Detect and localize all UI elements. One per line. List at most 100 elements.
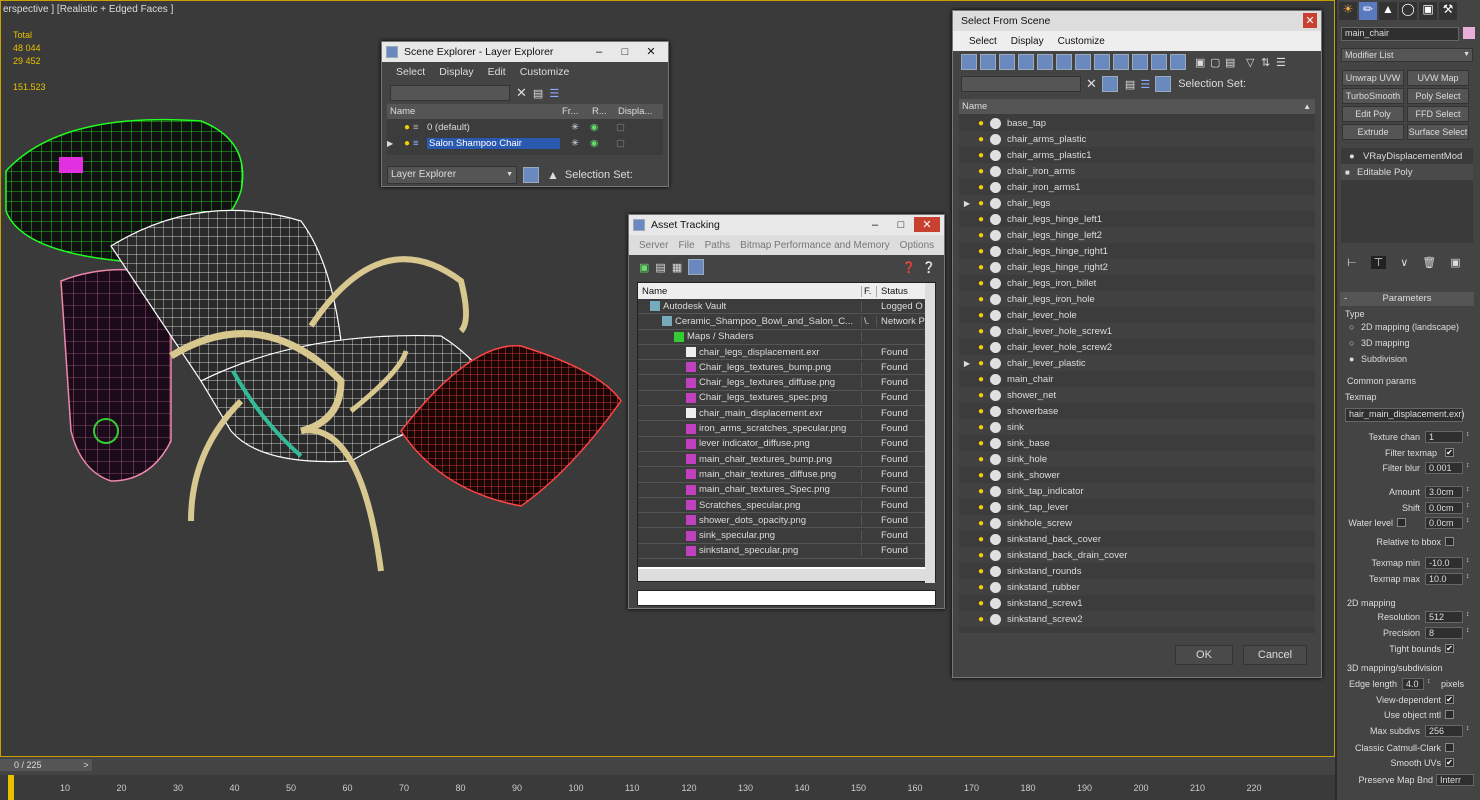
- checkbox[interactable]: [1445, 710, 1454, 719]
- asset-row[interactable]: Scratches_specular.png Found: [638, 498, 935, 514]
- display-geometry-icon[interactable]: [961, 54, 977, 70]
- freeze-icon[interactable]: ✳: [560, 122, 590, 133]
- light-bulb-icon[interactable]: ●: [401, 122, 413, 133]
- asset-row[interactable]: sink_specular.png Found: [638, 528, 935, 544]
- filter-icon[interactable]: ▽: [1246, 56, 1260, 69]
- modifier-button[interactable]: Extrude: [1342, 124, 1404, 140]
- param-field[interactable]: 1: [1425, 431, 1463, 443]
- asset-row[interactable]: Chair_legs_textures_bump.png Found: [638, 360, 935, 376]
- asset-row[interactable]: Maps / Shaders: [638, 330, 935, 345]
- scene-object-row[interactable]: ▶ ● chair_legs: [959, 195, 1315, 211]
- light-bulb-icon[interactable]: ●: [975, 502, 987, 513]
- light-bulb-icon[interactable]: ●: [975, 358, 987, 369]
- select-from-scene-titlebar[interactable]: Select From Scene ✕: [953, 11, 1321, 31]
- modifier-stack[interactable]: ● VRayDisplacementMod ■ Editable Poly: [1341, 148, 1473, 243]
- light-bulb-icon[interactable]: ●: [975, 534, 987, 545]
- scene-object-row[interactable]: ● chair_legs_iron_billet: [959, 275, 1315, 291]
- radio-button[interactable]: ●: [1349, 354, 1354, 364]
- menu-bitmap-performance[interactable]: Bitmap Performance and Memory: [740, 240, 890, 251]
- stack-item-vraydisplacement[interactable]: ● VRayDisplacementMod: [1341, 148, 1473, 164]
- scene-object-row[interactable]: ● chair_legs_hinge_left2: [959, 227, 1315, 243]
- light-bulb-icon[interactable]: ●: [975, 374, 987, 385]
- layer-explorer-toggle-icon[interactable]: [523, 167, 539, 183]
- light-bulb-icon[interactable]: ●: [975, 614, 987, 625]
- display-box-icon[interactable]: ▢: [616, 122, 646, 133]
- checkbox[interactable]: [1445, 537, 1454, 546]
- freeze-icon[interactable]: ✳: [560, 138, 590, 149]
- display-lights-icon[interactable]: [999, 54, 1015, 70]
- light-bulb-icon[interactable]: ●: [975, 566, 987, 577]
- modify-tab-icon[interactable]: ✏: [1359, 2, 1377, 20]
- close-button[interactable]: ✕: [638, 44, 664, 59]
- scene-object-row[interactable]: ● sink_base: [959, 435, 1315, 451]
- scene-object-row[interactable]: ● sinkstand_rubber: [959, 579, 1315, 595]
- hierarchy-icon[interactable]: [1155, 76, 1172, 92]
- scene-object-row[interactable]: ● shower_net: [959, 387, 1315, 403]
- param-field[interactable]: 0.0cm: [1425, 517, 1463, 529]
- light-bulb-icon[interactable]: ●: [975, 454, 987, 465]
- light-bulb-icon[interactable]: ●: [975, 294, 987, 305]
- scene-object-row[interactable]: ● chair_legs_hinge_left1: [959, 211, 1315, 227]
- spinner-icon[interactable]: ↕: [1466, 517, 1470, 524]
- param-field[interactable]: 0.0cm: [1425, 502, 1463, 514]
- hierarchy-icon[interactable]: ▲: [547, 168, 559, 182]
- asset-row[interactable]: Chair_legs_textures_spec.png Found: [638, 391, 935, 407]
- select-from-scene-window[interactable]: Select From Scene ✕ Select Display Custo…: [952, 10, 1322, 678]
- ok-button[interactable]: OK: [1175, 645, 1233, 665]
- asset-row[interactable]: sinkstand_specular.png Found: [638, 544, 935, 560]
- scene-object-row[interactable]: ● chair_lever_hole_screw2: [959, 339, 1315, 355]
- scene-object-row[interactable]: ● base_tap: [959, 115, 1315, 131]
- options-icon[interactable]: ☰: [1276, 56, 1290, 69]
- light-bulb-icon[interactable]: ●: [975, 310, 987, 321]
- scene-object-row[interactable]: ▶ ● chair_lever_plastic: [959, 355, 1315, 371]
- param-field[interactable]: 512: [1425, 611, 1463, 623]
- menu-select[interactable]: Select: [396, 66, 425, 78]
- close-button[interactable]: ✕: [1303, 13, 1317, 28]
- light-bulb-icon[interactable]: ●: [975, 166, 987, 177]
- param-field[interactable]: 256: [1425, 725, 1463, 737]
- scene-object-row[interactable]: ● chair_legs_hinge_right2: [959, 259, 1315, 275]
- expand-plus-icon[interactable]: ■: [1345, 168, 1357, 177]
- asset-row[interactable]: chair_main_displacement.exr Found: [638, 406, 935, 422]
- list-view-icon[interactable]: ▤: [655, 261, 665, 274]
- asset-tracking-window[interactable]: Asset Tracking – □ ✕ Server File Paths Bit…: [628, 214, 945, 609]
- spinner-icon[interactable]: ↕: [1466, 573, 1470, 580]
- object-color-swatch[interactable]: [1463, 27, 1475, 39]
- scene-explorer-window[interactable]: Scene Explorer - Layer Explorer – □ ✕ Sele…: [381, 41, 669, 187]
- help-context-icon[interactable]: ❔: [922, 261, 936, 274]
- asset-list[interactable]: Name F. Status Autodesk Vault Logged O Cer…: [637, 282, 936, 583]
- scene-object-row[interactable]: ● sinkstand_screw1: [959, 595, 1315, 611]
- table-view-icon[interactable]: [688, 259, 705, 275]
- light-bulb-icon[interactable]: ●: [975, 550, 987, 561]
- checkbox[interactable]: ✔: [1445, 758, 1454, 767]
- maximize-button[interactable]: □: [888, 217, 914, 232]
- scene-object-row[interactable]: ● chair_lever_hole_screw1: [959, 323, 1315, 339]
- asset-list-hscrollbar[interactable]: [638, 569, 926, 581]
- display-bones-icon[interactable]: [1113, 54, 1129, 70]
- clear-search-icon[interactable]: ✕: [516, 85, 527, 101]
- light-bulb-icon[interactable]: ●: [975, 198, 987, 209]
- spinner-icon[interactable]: ↕: [1466, 502, 1470, 509]
- render-teapot-icon[interactable]: ◉: [590, 122, 616, 133]
- remove-modifier-icon[interactable]: 🗑: [1422, 256, 1436, 269]
- param-field[interactable]: 0.001: [1425, 462, 1463, 474]
- scene-object-row[interactable]: ● chair_arms_plastic1: [959, 147, 1315, 163]
- asset-row[interactable]: main_chair_textures_bump.png Found: [638, 452, 935, 468]
- scene-object-row[interactable]: ● sink_tap_lever: [959, 499, 1315, 515]
- asset-list-scrollbar[interactable]: [925, 283, 935, 583]
- checkbox[interactable]: ✔: [1445, 448, 1454, 457]
- asset-row[interactable]: main_chair_textures_Spec.png Found: [638, 483, 935, 498]
- configure-sets-icon[interactable]: ▣: [1450, 256, 1460, 269]
- display-xrefs-icon[interactable]: [1094, 54, 1110, 70]
- light-bulb-icon[interactable]: ●: [975, 230, 987, 241]
- light-bulb-icon[interactable]: ●: [975, 262, 987, 273]
- scene-explorer-titlebar[interactable]: Scene Explorer - Layer Explorer – □ ✕: [382, 42, 668, 62]
- asset-path-field[interactable]: [637, 590, 936, 606]
- param-field[interactable]: 4.0: [1402, 678, 1424, 690]
- light-bulb-icon[interactable]: ●: [975, 214, 987, 225]
- light-bulb-icon[interactable]: ●: [975, 182, 987, 193]
- parameters-rollout-header[interactable]: - Parameters: [1340, 292, 1474, 306]
- current-frame-marker[interactable]: [8, 775, 14, 800]
- preserve-map-dropdown[interactable]: Interr: [1436, 774, 1474, 786]
- scene-object-row[interactable]: ● sinkstand_rounds: [959, 563, 1315, 579]
